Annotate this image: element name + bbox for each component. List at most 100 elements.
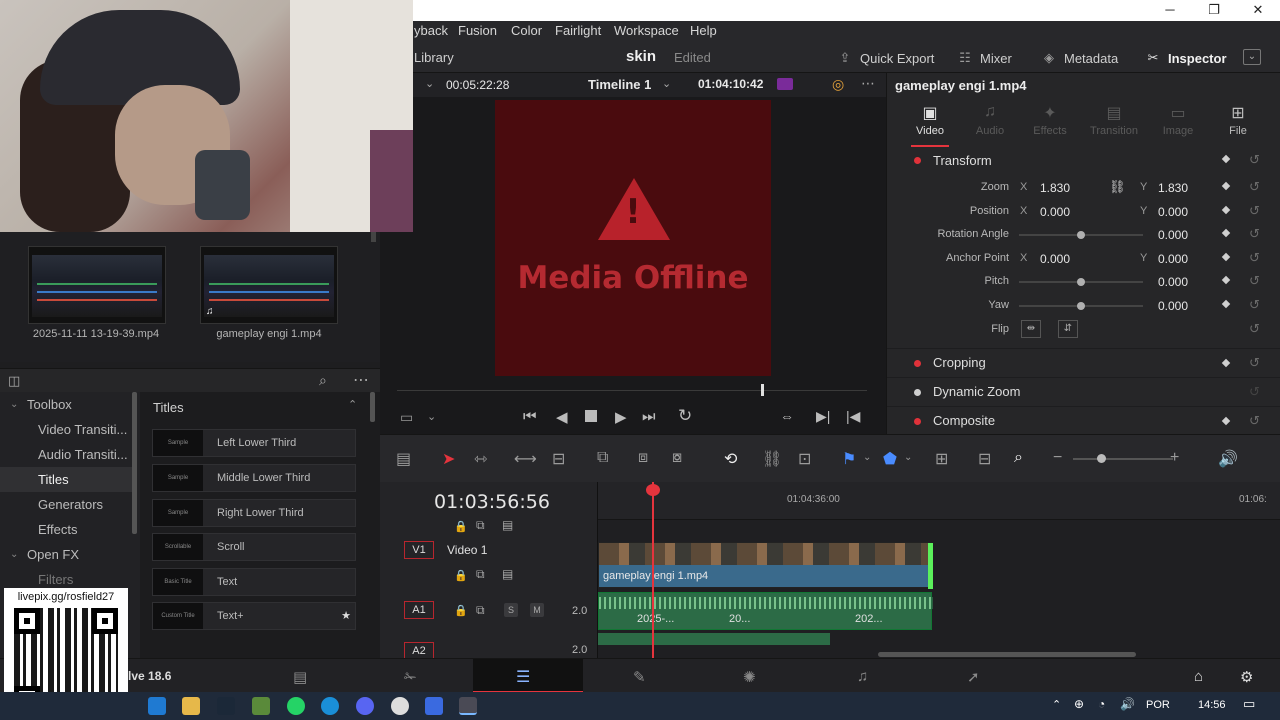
keyframe-icon[interactable] bbox=[1221, 181, 1231, 191]
clock[interactable]: 14:56 bbox=[1198, 699, 1226, 711]
play-reverse-icon[interactable]: ◀ bbox=[556, 408, 568, 426]
next-edit-icon[interactable]: ▶| bbox=[816, 408, 830, 425]
title-template[interactable]: Custom Title Text+ ★ bbox=[152, 602, 356, 630]
lock-icon[interactable]: 🔒 bbox=[454, 520, 468, 533]
fairlight-page-icon[interactable]: ♫ bbox=[857, 668, 868, 685]
scrollbar[interactable] bbox=[371, 232, 376, 242]
timeline-selector[interactable]: Timeline 1 bbox=[588, 77, 651, 92]
color-icon[interactable]: ◎ bbox=[832, 76, 844, 93]
keyframe-icon[interactable] bbox=[1221, 228, 1231, 238]
keyframe-icon[interactable] bbox=[1221, 275, 1231, 285]
play-icon[interactable]: ▶ bbox=[615, 408, 627, 426]
home-icon[interactable]: ⌂ bbox=[1194, 668, 1203, 685]
composite-enable-toggle[interactable] bbox=[914, 418, 921, 425]
tree-item-video-transitions[interactable]: Video Transiti... bbox=[0, 417, 132, 442]
menu-fairlight[interactable]: Fairlight bbox=[555, 23, 601, 38]
keyframe-icon[interactable] bbox=[1221, 205, 1231, 215]
zoom-in-icon[interactable]: + bbox=[1170, 449, 1179, 467]
quick-export-button[interactable]: ⇪ Quick Export bbox=[836, 50, 935, 66]
zoom-x-field[interactable]: 1.830 bbox=[1040, 181, 1098, 195]
transform-section-header[interactable]: Transform ↺ bbox=[887, 149, 1280, 173]
reset-icon[interactable]: ↺ bbox=[1249, 203, 1260, 219]
search-icon[interactable]: ⌕ bbox=[319, 372, 327, 389]
media-page-icon[interactable]: ▤ bbox=[293, 668, 307, 686]
reset-icon[interactable]: ↺ bbox=[1249, 226, 1260, 242]
menu-help[interactable]: Help bbox=[690, 23, 717, 38]
dynamic-zoom-enable-toggle[interactable] bbox=[914, 389, 921, 396]
zoom-custom-icon[interactable]: ⌕ bbox=[1014, 449, 1023, 467]
effects-library-button[interactable]: Library bbox=[414, 50, 454, 65]
reset-icon[interactable]: ↺ bbox=[1249, 297, 1260, 313]
playhead[interactable] bbox=[646, 482, 660, 658]
obs-icon[interactable] bbox=[391, 697, 409, 715]
media-clip-thumbnail[interactable]: ♫ bbox=[200, 246, 338, 324]
zoom-full-icon[interactable]: ⊞ bbox=[935, 449, 948, 469]
dynamic-zoom-section[interactable]: Dynamic Zoom ↺ bbox=[887, 377, 1280, 405]
track-visibility-icon[interactable]: ▤ bbox=[502, 567, 513, 581]
zoom-out-icon[interactable]: − bbox=[1053, 449, 1062, 467]
inspector-button[interactable]: ✂ Inspector bbox=[1144, 50, 1227, 66]
tab-video[interactable]: ▣ Video bbox=[900, 103, 960, 137]
anchor-y-field[interactable]: 0.000 bbox=[1158, 252, 1216, 266]
chevron-down-icon[interactable]: ⌄ bbox=[662, 77, 671, 90]
tree-item-generators[interactable]: Generators bbox=[0, 492, 132, 517]
zoom-y-field[interactable]: 1.830 bbox=[1158, 181, 1216, 195]
reset-icon[interactable]: ↺ bbox=[1249, 250, 1260, 266]
timeline-ruler[interactable]: 01:04:36:00 01:06: bbox=[598, 482, 1280, 520]
cropping-enable-toggle[interactable] bbox=[914, 360, 921, 367]
insert-clip-icon[interactable]: ⧉ bbox=[597, 449, 608, 467]
pitch-field[interactable]: 0.000 bbox=[1158, 275, 1216, 289]
menu-fusion[interactable]: Fusion bbox=[458, 23, 497, 38]
reset-icon[interactable]: ↺ bbox=[1249, 152, 1260, 168]
notifications-icon[interactable]: ▭ bbox=[1243, 696, 1255, 712]
scrubber-handle[interactable] bbox=[761, 384, 764, 396]
track-visibility-icon[interactable]: ▤ bbox=[502, 518, 513, 532]
chevron-down-icon[interactable]: ⌄ bbox=[427, 410, 436, 423]
reset-icon[interactable]: ↺ bbox=[1249, 273, 1260, 289]
wifi-icon[interactable]: ◔ bbox=[1098, 697, 1105, 711]
keyframe-icon[interactable] bbox=[1221, 416, 1231, 426]
prev-edit-icon[interactable]: |◀ bbox=[846, 408, 860, 425]
app-icon[interactable] bbox=[425, 697, 443, 715]
timeline-view-icon[interactable]: ▤ bbox=[396, 449, 411, 469]
horizontal-scrollbar[interactable] bbox=[878, 652, 1136, 657]
steam-icon[interactable] bbox=[217, 697, 235, 715]
loop-icon[interactable]: ↻ bbox=[678, 406, 692, 426]
tree-item-audio-transitions[interactable]: Audio Transiti... bbox=[0, 442, 132, 467]
lock-icon[interactable]: 🔒 bbox=[454, 604, 468, 617]
rotation-field[interactable]: 0.000 bbox=[1158, 228, 1216, 242]
reset-icon[interactable]: ↺ bbox=[1249, 321, 1260, 337]
auto-select-icon[interactable]: ⧉ bbox=[476, 603, 485, 618]
zoom-detail-icon[interactable]: ⊟ bbox=[978, 449, 991, 469]
anchor-x-field[interactable]: 0.000 bbox=[1040, 252, 1098, 266]
edit-page-tab[interactable]: ☰ bbox=[473, 659, 583, 693]
reset-icon[interactable]: ↺ bbox=[1249, 355, 1260, 371]
snapping-icon[interactable]: ⟲ bbox=[724, 449, 737, 469]
last-frame-icon[interactable]: ⏭ bbox=[642, 408, 656, 425]
composite-section[interactable]: Composite ↺ bbox=[887, 406, 1280, 434]
tree-item-effects[interactable]: Effects bbox=[0, 517, 132, 542]
more-options-icon[interactable]: ⋯ bbox=[861, 75, 875, 92]
tree-item-titles[interactable]: Titles bbox=[0, 467, 132, 492]
discord-icon[interactable] bbox=[356, 697, 374, 715]
title-template[interactable]: Sample Middle Lower Third bbox=[152, 464, 356, 492]
menu-color[interactable]: Color bbox=[511, 23, 542, 38]
davinci-resolve-icon[interactable] bbox=[459, 697, 477, 715]
flag-icon[interactable]: ⚑ bbox=[842, 449, 856, 469]
pitch-slider[interactable] bbox=[1019, 278, 1143, 286]
file-explorer-icon[interactable] bbox=[182, 697, 200, 715]
position-lock-icon[interactable]: ⊡ bbox=[798, 449, 811, 469]
scrollbar[interactable] bbox=[370, 392, 375, 422]
tab-transition[interactable]: ▤ Transition bbox=[1084, 103, 1144, 137]
menu-workspace[interactable]: Workspace bbox=[614, 23, 679, 38]
volume-icon[interactable]: 🔊 bbox=[1218, 449, 1238, 469]
open-fx-group[interactable]: ⌄ Open FX bbox=[0, 542, 132, 567]
first-frame-icon[interactable]: ⏮ bbox=[523, 408, 537, 425]
cut-page-icon[interactable]: ✁ bbox=[404, 668, 417, 686]
fusion-page-icon[interactable]: ✎ bbox=[633, 668, 646, 686]
chevron-down-icon[interactable]: ⌄ bbox=[425, 77, 434, 90]
keyframe-icon[interactable] bbox=[1221, 154, 1231, 164]
title-template[interactable]: Scrollable Scroll bbox=[152, 533, 356, 561]
stop-icon[interactable] bbox=[585, 410, 597, 422]
rotation-slider[interactable] bbox=[1019, 231, 1143, 239]
